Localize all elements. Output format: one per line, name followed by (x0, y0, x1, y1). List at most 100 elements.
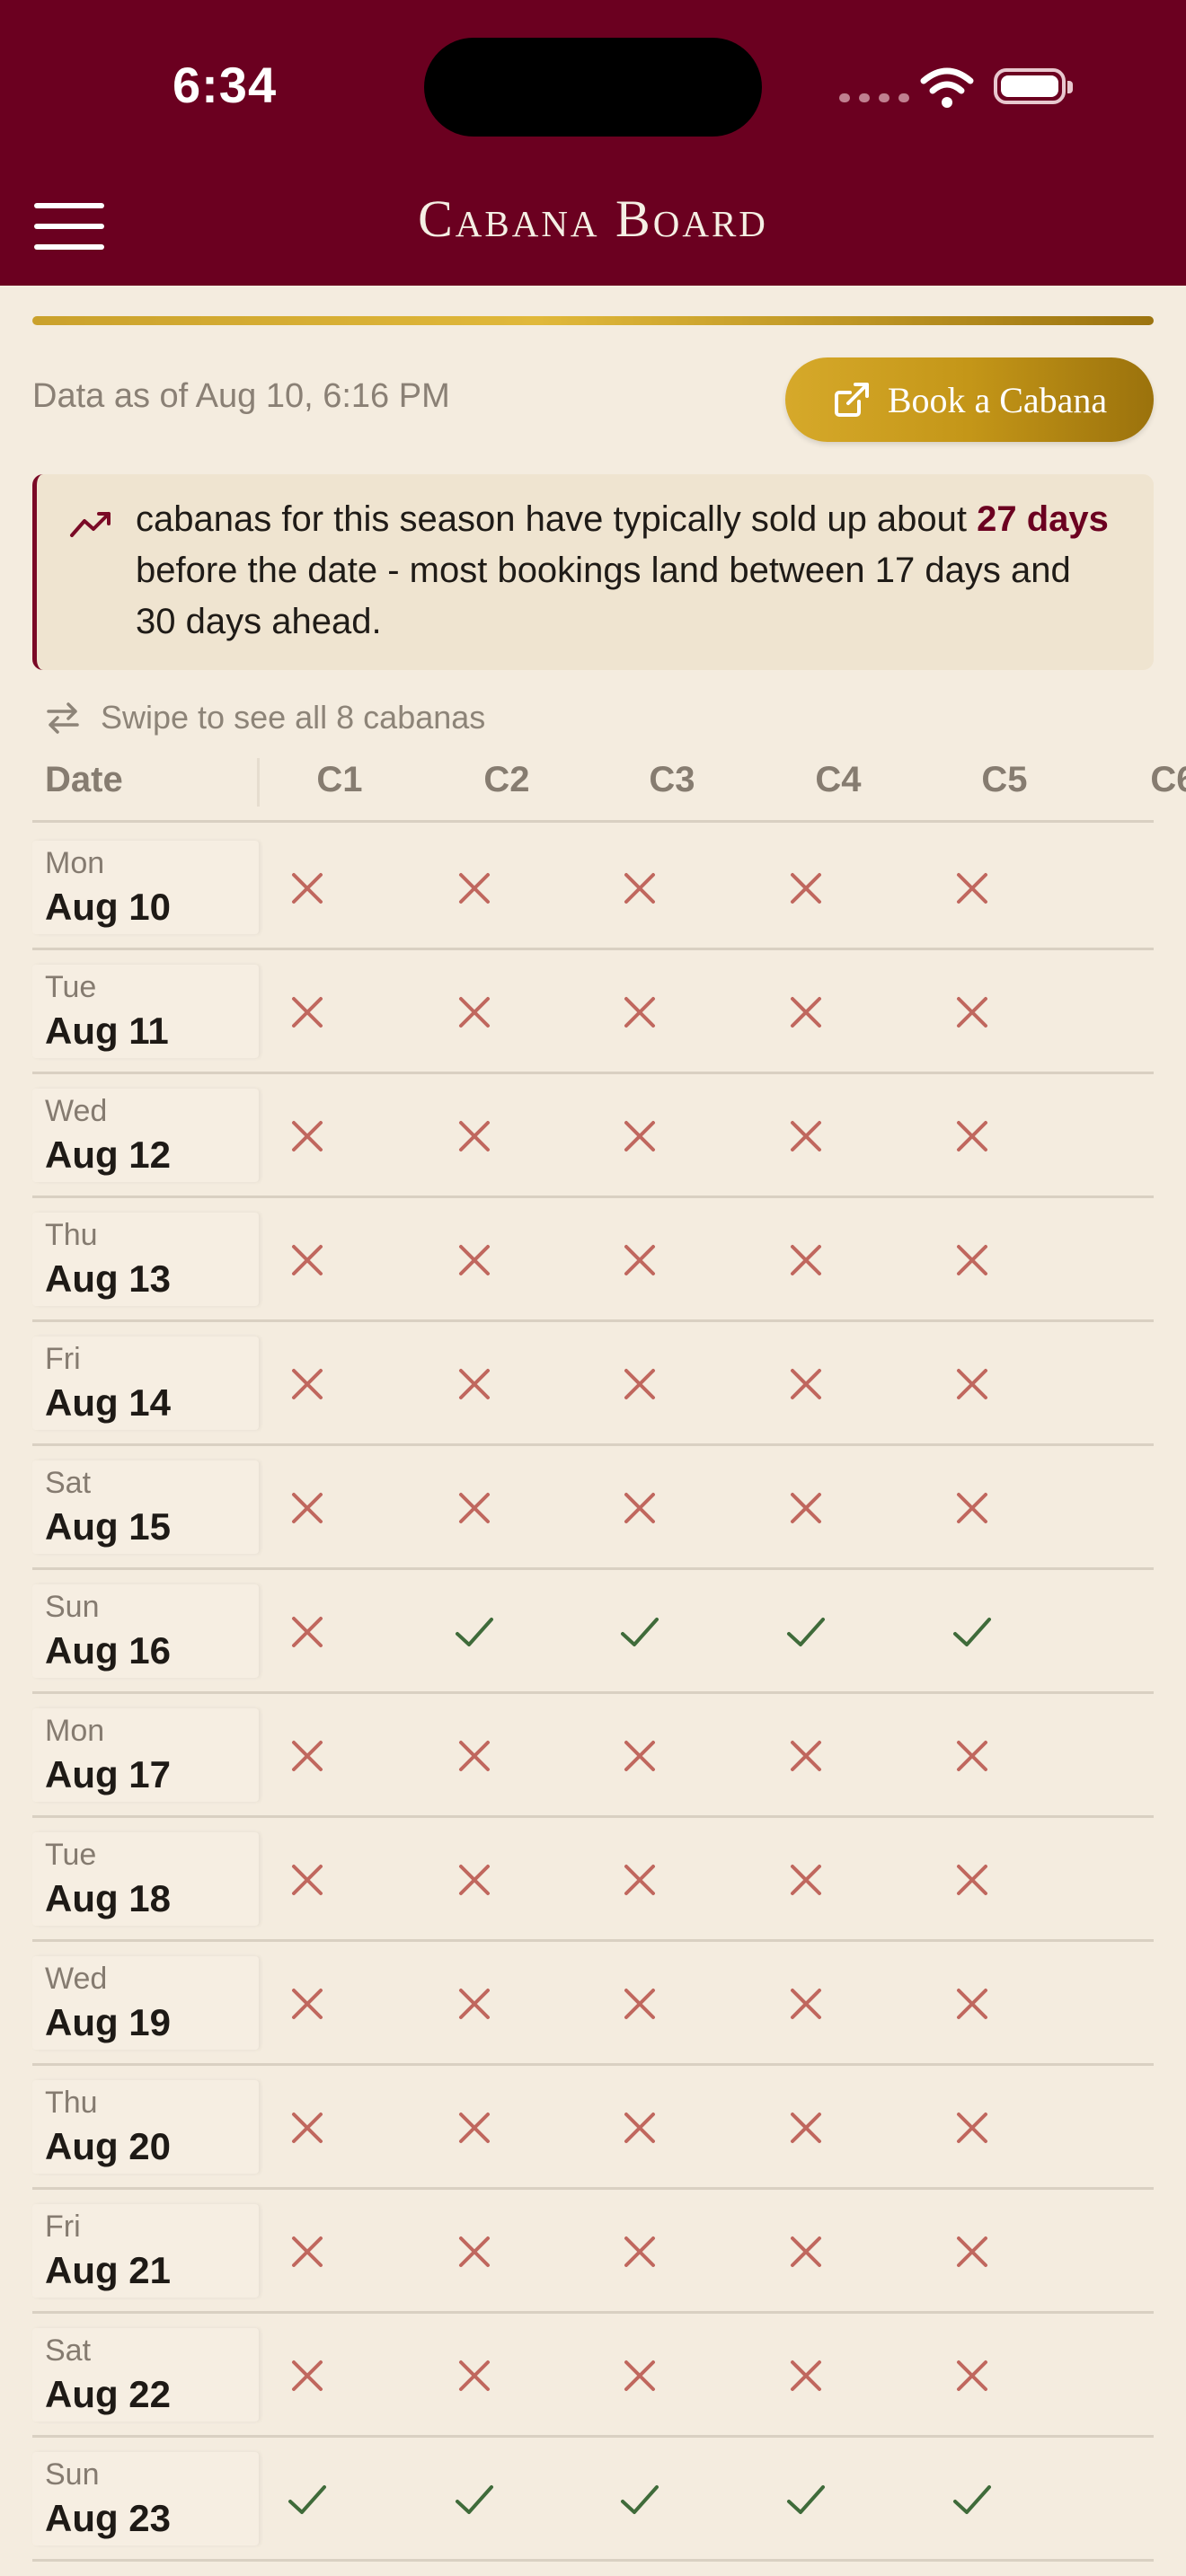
status-time: 6:34 (173, 57, 278, 113)
x-icon[interactable] (285, 2105, 330, 2150)
x-icon[interactable] (617, 1486, 662, 1531)
x-icon[interactable] (285, 866, 330, 911)
x-icon[interactable] (950, 2353, 995, 2398)
x-icon[interactable] (452, 1857, 497, 1902)
insight-text-before: cabanas for this season have typically s… (136, 499, 978, 539)
table-row: Thu Aug 20 (32, 2066, 1154, 2190)
x-icon[interactable] (452, 2105, 497, 2150)
x-icon[interactable] (783, 866, 828, 911)
x-icon[interactable] (452, 1362, 497, 1407)
date-cell: Tue Aug 11 (32, 965, 259, 1058)
x-icon[interactable] (452, 990, 497, 1035)
x-icon[interactable] (617, 2353, 662, 2398)
x-icon[interactable] (783, 1981, 828, 2026)
x-icon[interactable] (617, 1114, 662, 1159)
x-icon[interactable] (950, 2105, 995, 2150)
availability-table: Mon Aug 10 Tue Aug 11 Wed Aug 12 Thu Aug 13 Fri A… (32, 826, 1154, 2562)
check-icon[interactable] (617, 1610, 662, 1654)
check-icon[interactable] (783, 1610, 828, 1654)
date-cell: Sun Aug 23 (32, 2452, 259, 2545)
x-icon[interactable] (783, 2353, 828, 2398)
x-icon[interactable] (950, 1486, 995, 1531)
x-icon[interactable] (285, 1981, 330, 2026)
x-icon[interactable] (950, 1857, 995, 1902)
date-cell: Fri Aug 14 (32, 1337, 259, 1430)
check-icon[interactable] (950, 1610, 995, 1654)
date-cell: Mon Aug 10 (32, 841, 259, 934)
table-row: Sat Aug 22 (32, 2314, 1154, 2438)
x-icon[interactable] (452, 1238, 497, 1283)
x-icon[interactable] (285, 1610, 330, 1654)
table-row: Mon Aug 10 (32, 826, 1154, 950)
x-icon[interactable] (950, 990, 995, 1035)
x-icon[interactable] (617, 990, 662, 1035)
x-icon[interactable] (783, 1114, 828, 1159)
date-label: Aug 13 (45, 1257, 172, 1300)
day-of-week: Tue (45, 970, 97, 1004)
x-icon[interactable] (950, 2229, 995, 2274)
check-icon[interactable] (452, 2477, 497, 2522)
x-icon[interactable] (452, 866, 497, 911)
x-icon[interactable] (285, 1486, 330, 1531)
x-icon[interactable] (617, 1857, 662, 1902)
x-icon[interactable] (617, 1734, 662, 1778)
day-of-week: Sun (45, 2457, 100, 2492)
day-of-week: Sat (45, 2333, 92, 2368)
x-icon[interactable] (950, 1734, 995, 1778)
x-icon[interactable] (452, 2353, 497, 2398)
table-row: Thu Aug 13 (32, 1198, 1154, 1322)
data-timestamp: Data as of Aug 10, 6:16 PM (32, 377, 450, 415)
check-icon[interactable] (617, 2477, 662, 2522)
day-of-week: Fri (45, 2210, 81, 2244)
booking-insight-card: cabanas for this season have typically s… (32, 474, 1154, 670)
column-header-c6: C6 (1150, 760, 1186, 799)
x-icon[interactable] (285, 2229, 330, 2274)
x-icon[interactable] (950, 866, 995, 911)
x-icon[interactable] (783, 1857, 828, 1902)
x-icon[interactable] (950, 1238, 995, 1283)
day-of-week: Tue (45, 1838, 97, 1872)
x-icon[interactable] (285, 1362, 330, 1407)
x-icon[interactable] (452, 1486, 497, 1531)
x-icon[interactable] (452, 1734, 497, 1778)
x-icon[interactable] (285, 1734, 330, 1778)
x-icon[interactable] (783, 990, 828, 1035)
x-icon[interactable] (617, 866, 662, 911)
check-icon[interactable] (783, 2477, 828, 2522)
x-icon[interactable] (783, 1362, 828, 1407)
table-row: Sun Aug 16 (32, 1570, 1154, 1694)
x-icon[interactable] (452, 1981, 497, 2026)
x-icon[interactable] (783, 1734, 828, 1778)
x-icon[interactable] (617, 2105, 662, 2150)
x-icon[interactable] (617, 1362, 662, 1407)
x-icon[interactable] (617, 1238, 662, 1283)
x-icon[interactable] (783, 1486, 828, 1531)
table-row: Tue Aug 11 (32, 950, 1154, 1074)
table-row: Wed Aug 19 (32, 1942, 1154, 2066)
x-icon[interactable] (783, 1238, 828, 1283)
x-icon[interactable] (285, 990, 330, 1035)
check-icon[interactable] (285, 2477, 330, 2522)
x-icon[interactable] (950, 1362, 995, 1407)
day-of-week: Wed (45, 1962, 108, 1996)
check-icon[interactable] (452, 1610, 497, 1654)
x-icon[interactable] (452, 1114, 497, 1159)
x-icon[interactable] (452, 2229, 497, 2274)
x-icon[interactable] (783, 2105, 828, 2150)
book-cabana-button[interactable]: Book a Cabana (785, 357, 1154, 442)
x-icon[interactable] (285, 1238, 330, 1283)
x-icon[interactable] (617, 2229, 662, 2274)
wifi-icon (920, 67, 974, 108)
check-icon[interactable] (950, 2477, 995, 2522)
x-icon[interactable] (783, 2229, 828, 2274)
x-icon[interactable] (950, 1981, 995, 2026)
x-icon[interactable] (950, 1114, 995, 1159)
x-icon[interactable] (285, 1114, 330, 1159)
x-icon[interactable] (285, 1857, 330, 1902)
x-icon[interactable] (617, 1981, 662, 2026)
swap-arrows-icon (47, 702, 79, 734)
x-icon[interactable] (285, 2353, 330, 2398)
date-label: Aug 20 (45, 2125, 172, 2167)
day-of-week: Sun (45, 1590, 100, 1624)
column-header-c4: C4 (815, 760, 862, 799)
